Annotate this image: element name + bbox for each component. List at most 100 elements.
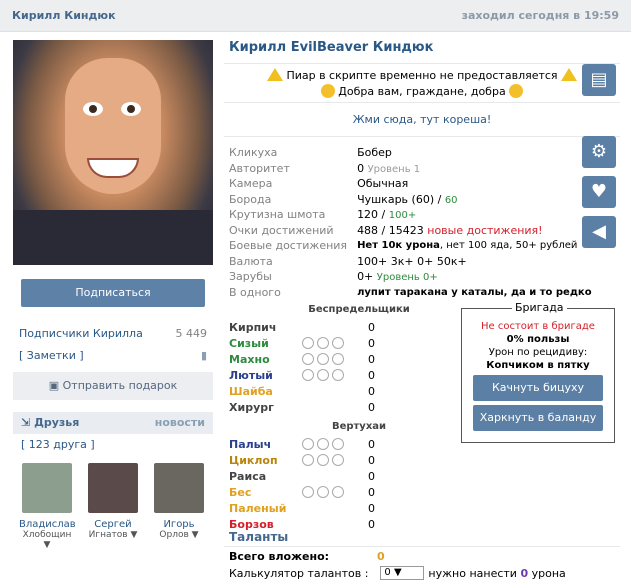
- friends-list: Владислав Хлобощин ▼ Сергей Игнатов ▼ Иг…: [13, 455, 213, 550]
- stat-name: Махно: [229, 352, 270, 366]
- stat-name: Борзов: [229, 517, 274, 531]
- stat-name: Циклоп: [229, 453, 278, 467]
- stat-row: Шайба 0: [224, 383, 454, 399]
- stat-name: Шайба: [229, 384, 273, 398]
- warning-icon: [561, 68, 578, 81]
- info-key: Борода: [229, 192, 272, 206]
- info-value: Бобер: [357, 146, 392, 160]
- friend-avatar: [88, 463, 138, 513]
- info-key: Очки достижений: [229, 223, 334, 237]
- info-value: Нет 10к урона: [357, 240, 440, 252]
- top-bar: Кирилл Киндюк заходил сегодня в 19:59: [0, 0, 631, 32]
- subscribers-count: 5 449: [175, 327, 208, 340]
- stat-value: 0: [368, 320, 375, 334]
- news-icon[interactable]: ▤: [582, 64, 616, 96]
- calc-value: 0: [384, 567, 391, 578]
- info-extra: 100+: [388, 210, 417, 222]
- friend-item[interactable]: Владислав Хлобощин ▼: [19, 463, 76, 550]
- stat-row: Сизый 0: [224, 335, 454, 351]
- stat-name: Бес: [229, 485, 252, 499]
- notes-link[interactable]: [ Заметки ] ▮: [13, 349, 213, 362]
- brigade-box: Бригада Не состоит в бригаде 0% пользы У…: [461, 301, 615, 443]
- friends-title: Друзья: [34, 416, 80, 429]
- brigade-damage: Копчиком в пятку: [486, 360, 590, 371]
- stat-value: 0: [368, 453, 375, 467]
- section-title: Беспредельщики: [308, 304, 410, 315]
- subscribers-link[interactable]: Подписчики Кирилла 5 449: [13, 327, 213, 340]
- friends-count[interactable]: [ 123 друга ]: [13, 434, 213, 455]
- section-title: Вертухаи: [331, 421, 387, 432]
- send-gift-button[interactable]: ▣ Отправить подарок: [13, 372, 213, 400]
- invested-label: Всего вложено:: [229, 550, 330, 563]
- brigade-use: 0% пользы: [506, 334, 570, 345]
- chevron-down-icon[interactable]: ▼: [192, 530, 199, 540]
- talents-title: Таланты: [224, 530, 620, 547]
- info-extra: Уровень 1: [367, 163, 421, 175]
- brigade-damage-label: Урон по рецидиву:: [488, 347, 588, 358]
- gift-icon: ▣: [48, 379, 60, 392]
- stat-value: 0: [368, 400, 375, 414]
- info-value: 0: [357, 161, 365, 175]
- info-table: Кликуха Бобер Авторитет 0 Уровень 1 Камера…: [224, 145, 597, 300]
- friends-promo-link[interactable]: Жми сюда, тут кореша!: [224, 103, 620, 137]
- stat-value: 0: [368, 352, 375, 366]
- stat-row: Палыч 0: [224, 436, 454, 452]
- gear-icon[interactable]: ⚙: [582, 136, 616, 168]
- megaphone-icon[interactable]: ◀: [582, 216, 616, 248]
- spit-button[interactable]: Харкнуть в баланду: [473, 405, 603, 431]
- friend-last-name: Орлов: [159, 530, 189, 540]
- stat-row: Раиса 0: [224, 468, 454, 484]
- promo-line-2: Добра вам, граждане, добра: [338, 85, 506, 98]
- need-value: 0: [520, 566, 529, 580]
- info-extra[interactable]: новые достижения!: [427, 224, 542, 237]
- friends-header[interactable]: ⇲ Друзья новости: [13, 412, 213, 434]
- stat-name: Кирпич: [229, 320, 277, 334]
- full-name: Кирилл EvilBeaver Киндюк: [229, 40, 434, 55]
- heart-chat-icon[interactable]: ♥: [582, 176, 616, 208]
- stat-value: 0: [368, 501, 375, 515]
- notes-label: [ Заметки ]: [19, 349, 84, 362]
- friend-item[interactable]: Игорь Орлов ▼: [151, 463, 207, 550]
- smile-icon: [509, 84, 524, 98]
- friend-item[interactable]: Сергей Игнатов ▼: [85, 463, 141, 550]
- stat-value: 0: [368, 384, 375, 398]
- stat-name: Лютый: [229, 368, 273, 382]
- need-unit: урона: [531, 566, 566, 580]
- stat-value: 0: [368, 336, 375, 350]
- warning-icon: [266, 68, 283, 81]
- info-extra: , нет 100 яда, 50+ рублей: [439, 240, 578, 252]
- stat-row: Хирург 0: [224, 399, 454, 415]
- stat-name: Палыч: [229, 437, 272, 451]
- gift-label: Отправить подарок: [62, 379, 178, 392]
- promo-box: Пиар в скрипте временно не предоставляет…: [224, 63, 620, 103]
- info-key: Камера: [229, 177, 273, 191]
- friend-first-name: Сергей: [94, 519, 132, 530]
- friend-avatar: [22, 463, 72, 513]
- stats-block: Беспредельщики Кирпич 0 Сизый 0 Махно 0 Лютый 0…: [224, 302, 454, 532]
- chevron-down-icon[interactable]: ▼: [44, 540, 51, 550]
- stat-value: 0: [368, 437, 375, 451]
- stat-row: Махно 0: [224, 351, 454, 367]
- pump-biceps-button[interactable]: Качнуть бицуху: [473, 375, 603, 401]
- chevron-down-icon[interactable]: ▼: [130, 530, 137, 540]
- talents-block: Таланты Всего вложено: 0 Калькулятор тала…: [224, 530, 620, 580]
- invested-value: 0: [377, 550, 385, 563]
- info-extra: Уровень 0+: [376, 272, 438, 284]
- calc-label: Калькулятор талантов :: [229, 566, 369, 580]
- profile-name-header[interactable]: Кирилл Киндюк: [12, 9, 116, 22]
- subscribe-button[interactable]: Подписаться: [21, 279, 205, 307]
- info-value: 488 / 15423: [357, 223, 424, 237]
- friends-news-link[interactable]: новости: [155, 412, 205, 434]
- brigade-status: Не состоит в бригаде: [481, 321, 595, 332]
- stat-row: Паленый 0: [224, 500, 454, 516]
- stat-circles: [302, 486, 364, 498]
- profile-photo[interactable]: [13, 40, 213, 265]
- friend-first-name: Владислав: [19, 519, 76, 530]
- talent-calc-select[interactable]: 0 ▼: [380, 566, 425, 580]
- pin-icon: ⇲: [21, 416, 31, 429]
- info-value: Чушкарь (60) /: [357, 192, 442, 206]
- stat-row: Кирпич 0: [224, 319, 454, 335]
- info-key: Зарубы: [229, 270, 272, 284]
- subscribers-label: Подписчики Кирилла: [19, 327, 143, 340]
- notes-icon: ▮: [200, 349, 207, 362]
